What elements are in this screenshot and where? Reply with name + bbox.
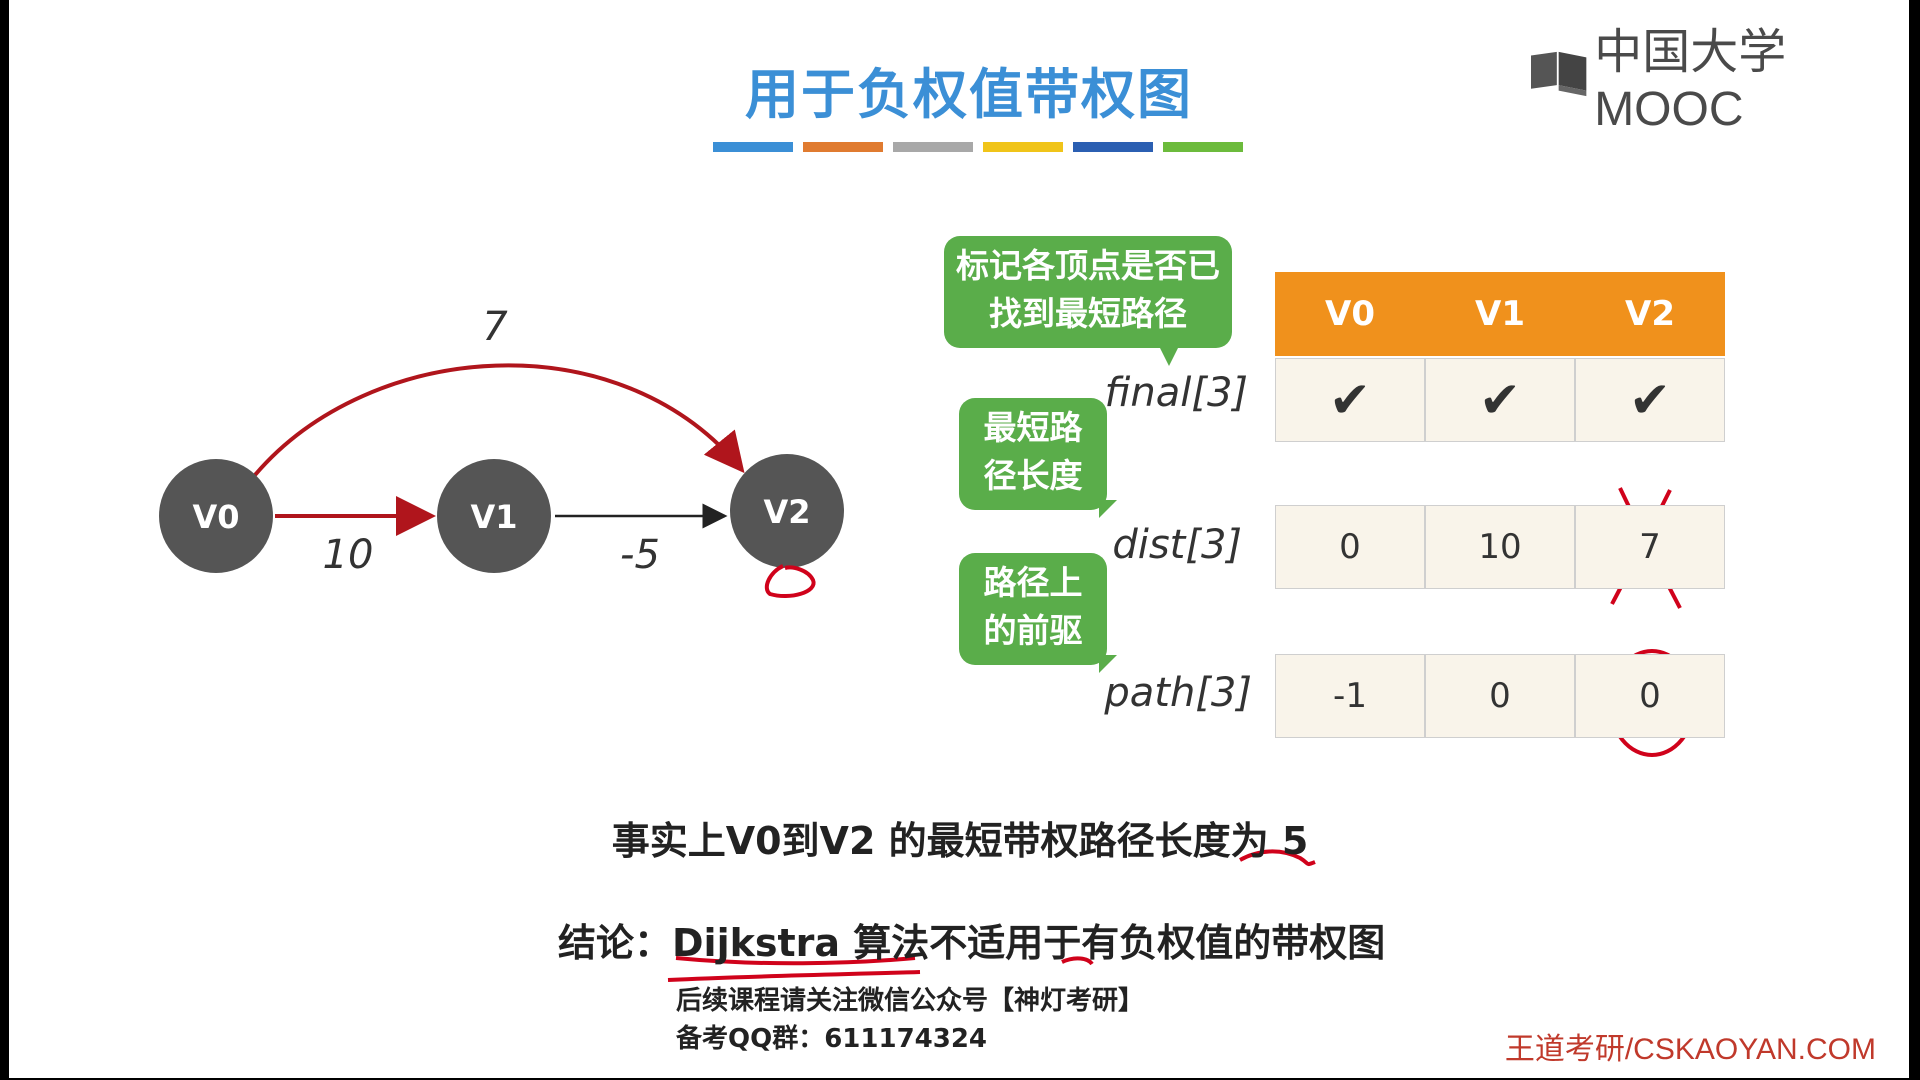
- conclusion-prefix: 结论：: [558, 921, 673, 965]
- table-header-row: V0 V1 V2: [1275, 272, 1725, 356]
- edge-weight-v1-v2: -5: [620, 532, 660, 578]
- callout-path: 路径上的前驱: [959, 553, 1117, 673]
- check-icon: ✔: [1275, 358, 1425, 442]
- header-cell-v2: V2: [1575, 272, 1725, 356]
- dist-row: 0 10 7: [1275, 505, 1725, 589]
- row-label-dist: dist[3]: [1112, 522, 1242, 568]
- vertex-label: V1: [470, 498, 517, 536]
- row-label-path: path[3]: [1104, 670, 1252, 716]
- vertex-v0: V0: [159, 459, 273, 573]
- callout-final: 标记各顶点是否已找到最短路径: [944, 236, 1232, 366]
- path-cell-v0: -1: [1275, 654, 1425, 738]
- vertex-label: V2: [763, 493, 810, 531]
- conclusion-text: Dijkstra 算法不适用于有负权值的带权图: [672, 921, 1386, 965]
- edge-weight-v0-v2: 7: [482, 304, 508, 350]
- watermark: 王道考研/CSKAOYAN.COM: [1504, 1033, 1876, 1066]
- vertex-label: V0: [192, 498, 239, 536]
- check-icon: ✔: [1575, 358, 1725, 442]
- check-icon: ✔: [1425, 358, 1575, 442]
- handwritten-loop-mark: [764, 564, 816, 599]
- handwritten-underline-dijkstra-2: [667, 970, 921, 982]
- header-cell-v0: V0: [1275, 272, 1425, 356]
- edge-v0-v2: [253, 363, 745, 477]
- dist-cell-v1: 10: [1425, 505, 1575, 589]
- header-cell-v1: V1: [1425, 272, 1575, 356]
- path-cell-v2: 0: [1575, 654, 1725, 738]
- dist-cell-v0: 0: [1275, 505, 1425, 589]
- dist-cell-v2: 7: [1575, 505, 1725, 589]
- footer-wechat-notice: 后续课程请关注微信公众号【神灯考研】: [676, 986, 1145, 1016]
- fact-statement: 事实上V0到V2 的最短带权路径长度为 5: [611, 819, 1309, 863]
- edge-weight-v0-v1: 10: [323, 532, 374, 578]
- path-row: -1 0 0: [1275, 654, 1725, 738]
- path-cell-v1: 0: [1425, 654, 1575, 738]
- conclusion-statement: 结论：Dijkstra 算法不适用于有负权值的带权图: [558, 912, 1385, 967]
- footer-qq-group: 备考QQ群：611174324: [676, 1024, 988, 1054]
- row-label-final: final[3]: [1104, 370, 1248, 416]
- callout-dist: 最短路径长度: [959, 398, 1117, 518]
- final-row: ✔ ✔ ✔: [1275, 358, 1725, 442]
- vertex-v1: V1: [437, 459, 551, 573]
- vertex-v2: V2: [730, 454, 844, 568]
